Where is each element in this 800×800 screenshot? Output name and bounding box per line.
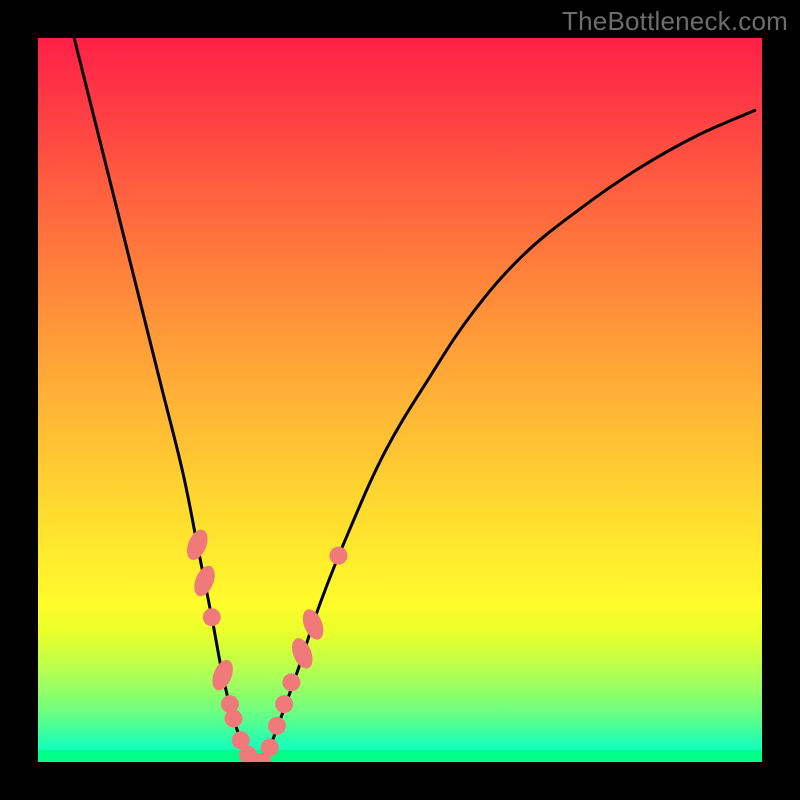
chart-frame: TheBottleneck.com bbox=[0, 0, 800, 800]
curve-marker bbox=[224, 710, 242, 728]
plot-area bbox=[38, 38, 762, 762]
curve-marker bbox=[275, 695, 293, 713]
bottleneck-curve-svg bbox=[38, 38, 762, 762]
curve-marker bbox=[183, 527, 212, 563]
curve-marker bbox=[203, 608, 221, 626]
curve-marker bbox=[282, 673, 300, 691]
green-optimal-band bbox=[38, 750, 762, 762]
watermark-label: TheBottleneck.com bbox=[562, 6, 788, 37]
curve-marker bbox=[299, 606, 328, 642]
curve-marker bbox=[190, 563, 219, 599]
curve-marker bbox=[268, 717, 286, 735]
bottleneck-curve-path bbox=[74, 38, 755, 762]
curve-marker bbox=[221, 695, 239, 713]
curve-marker bbox=[232, 731, 250, 749]
curve-marker bbox=[288, 635, 317, 671]
curve-marker bbox=[208, 657, 237, 693]
curve-markers bbox=[183, 527, 348, 762]
curve-marker bbox=[329, 547, 347, 565]
